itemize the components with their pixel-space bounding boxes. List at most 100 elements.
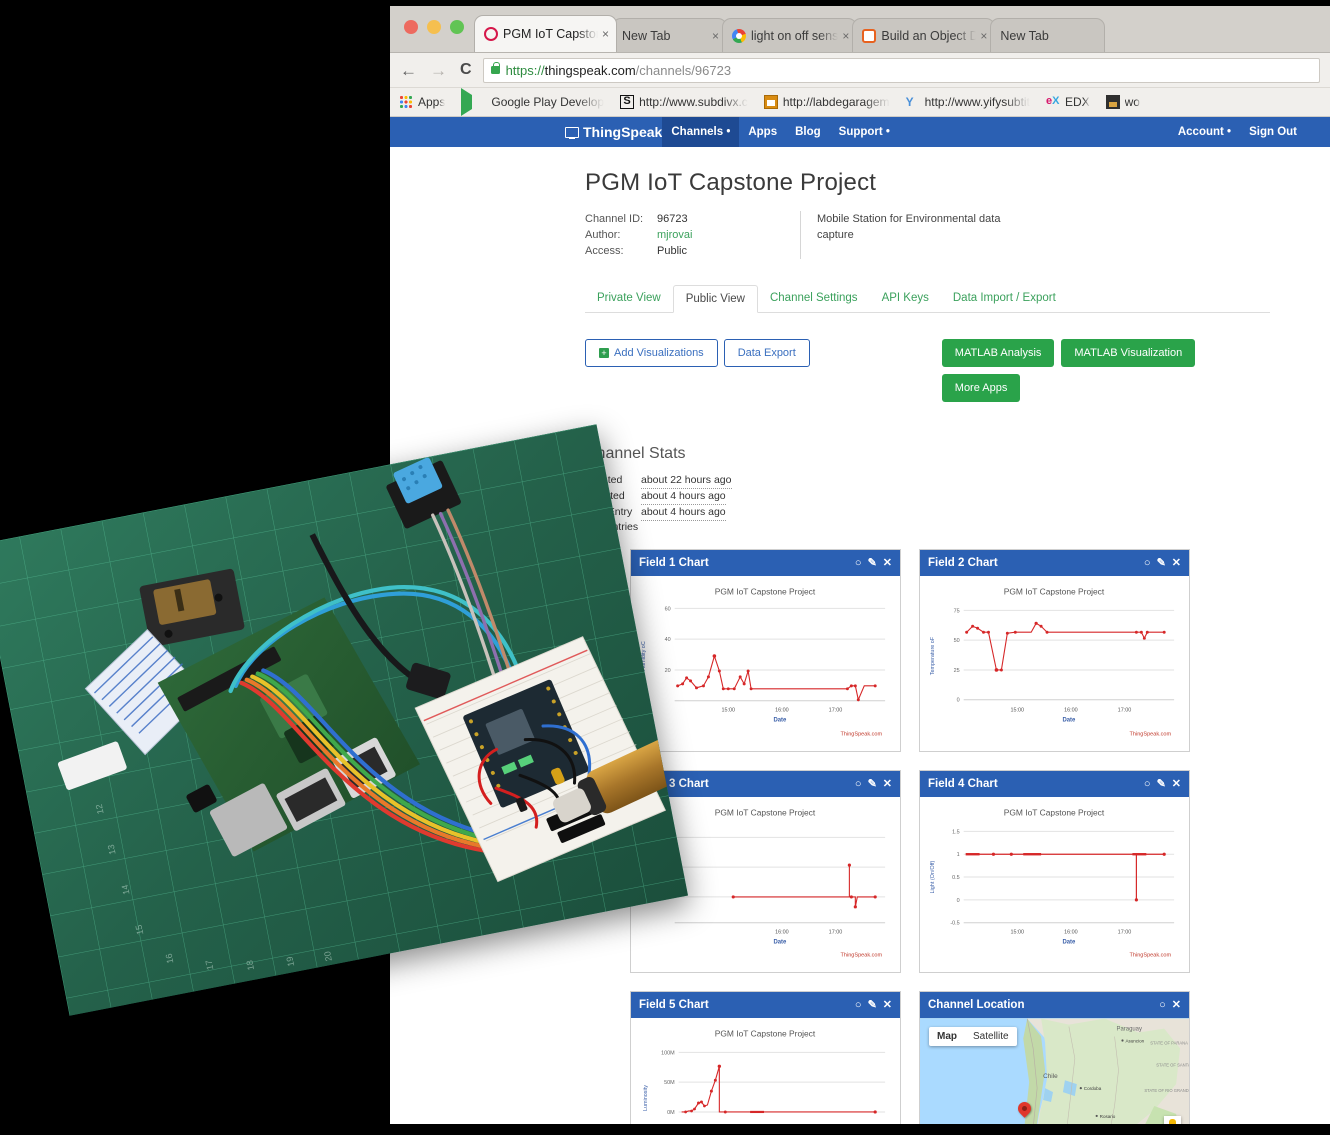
x-tick: 16:00 bbox=[775, 930, 789, 936]
matlab-visualization-button[interactable]: MATLAB Visualization bbox=[1061, 339, 1195, 367]
bookmark-labdegaragem[interactable]: http://labdegaragem bbox=[764, 95, 890, 109]
forward-button[interactable]: → bbox=[430, 62, 447, 79]
close-icon[interactable]: × bbox=[842, 29, 849, 43]
map-city: Cordoba bbox=[1084, 1086, 1102, 1091]
tab-pgm-iot-capstone[interactable]: PGM IoT Capstor × bbox=[474, 15, 617, 52]
comment-icon[interactable]: ○ bbox=[855, 558, 862, 569]
edit-icon[interactable]: ✎ bbox=[1157, 558, 1166, 569]
data-export-button[interactable]: Data Export bbox=[724, 339, 810, 367]
stat-row-updated: Updated about 4 hours ago bbox=[585, 489, 1330, 505]
close-icon[interactable]: × bbox=[602, 27, 609, 41]
minimize-window-button[interactable] bbox=[427, 20, 441, 34]
close-icon[interactable]: ✕ bbox=[883, 558, 892, 569]
map-type-control[interactable]: Map Satellite bbox=[929, 1027, 1017, 1046]
stat-value: about 22 hours ago bbox=[641, 473, 732, 489]
maximize-window-button[interactable] bbox=[450, 20, 464, 34]
tab-private-view[interactable]: Private View bbox=[585, 285, 673, 312]
close-icon[interactable]: ✕ bbox=[1172, 779, 1181, 790]
tab-api-keys[interactable]: API Keys bbox=[870, 285, 941, 312]
chart-title: PGM IoT Capstone Project bbox=[715, 587, 816, 597]
stat-row-created: Created about 22 hours ago bbox=[585, 473, 1330, 489]
edit-icon[interactable]: ✎ bbox=[1157, 779, 1166, 790]
tab-light-on-off-sensor[interactable]: light on off sens × bbox=[722, 18, 857, 52]
apps-grid-icon bbox=[399, 95, 413, 109]
map-canvas[interactable]: Paraguay Chile Argentina Uruguay STATE O… bbox=[920, 1018, 1189, 1124]
y-tick: 75 bbox=[954, 608, 960, 614]
comment-icon[interactable]: ○ bbox=[1144, 779, 1151, 790]
play-store-icon bbox=[461, 88, 486, 116]
widget-title: Channel Location bbox=[928, 999, 1024, 1011]
edit-icon[interactable]: ✎ bbox=[868, 779, 877, 790]
nav-item-apps[interactable]: Apps bbox=[739, 117, 786, 147]
edit-icon[interactable]: ✎ bbox=[868, 1000, 877, 1011]
tab-build-an-object[interactable]: Build an Object D × bbox=[852, 18, 995, 52]
bookmark-yifysubtitles[interactable]: Y http://www.yifysubtit bbox=[906, 95, 1030, 109]
bookmark-google-play[interactable]: Google Play Develop bbox=[461, 88, 604, 116]
x-tick: 17:00 bbox=[1118, 930, 1132, 936]
map-label-country: Chile bbox=[1043, 1073, 1058, 1080]
map-label-region: STATE OF SANTA CATARINA bbox=[1156, 1062, 1189, 1067]
widget-actions: ○ ✎ ✕ bbox=[1144, 558, 1181, 569]
address-input[interactable]: https:// thingspeak.com /channels/96723 bbox=[483, 58, 1320, 83]
bookmark-apps[interactable]: Apps bbox=[399, 95, 445, 109]
tab-new-tab-1[interactable]: New Tab × bbox=[612, 18, 727, 52]
edit-icon[interactable]: ✎ bbox=[868, 558, 877, 569]
field-4-plot: PGM IoT Capstone Project 1.5 1 0.5 0 -0.… bbox=[920, 797, 1189, 972]
edx-icon: eX bbox=[1046, 95, 1060, 109]
bookmark-label: http://www.subdivx.c bbox=[639, 95, 748, 109]
close-icon[interactable]: ✕ bbox=[883, 1000, 892, 1011]
meta-row-access: Access: Public bbox=[585, 243, 800, 259]
matlab-analysis-button[interactable]: MATLAB Analysis bbox=[942, 339, 1055, 367]
close-icon[interactable]: ✕ bbox=[883, 779, 892, 790]
bookmarks-bar: Apps Google Play Develop S http://www.su… bbox=[390, 88, 1330, 117]
tab-new-tab-2[interactable]: New Tab bbox=[990, 18, 1105, 52]
field-5-plot: PGM IoT Capstone Project 100M 50M 0M -50… bbox=[631, 1018, 900, 1124]
y-tick: 40 bbox=[665, 637, 671, 643]
bookmark-subdivx[interactable]: S http://www.subdivx.c bbox=[620, 95, 748, 109]
comment-icon[interactable]: ○ bbox=[1159, 1000, 1166, 1011]
bookmark-label: EDX bbox=[1065, 95, 1090, 109]
bookmark-label: Apps bbox=[418, 95, 445, 109]
comment-icon[interactable]: ○ bbox=[855, 1000, 862, 1011]
map-type-map[interactable]: Map bbox=[929, 1027, 965, 1046]
tab-data-import-export[interactable]: Data Import / Export bbox=[941, 285, 1068, 312]
comment-icon[interactable]: ○ bbox=[1144, 558, 1151, 569]
tabs: PGM IoT Capstor × New Tab × light on off… bbox=[474, 15, 1100, 52]
window-controls[interactable] bbox=[404, 20, 464, 34]
widget-title: Field 5 Chart bbox=[639, 999, 709, 1011]
reload-button[interactable]: C bbox=[460, 62, 472, 78]
bookmark-wo[interactable]: wo bbox=[1106, 95, 1140, 109]
more-apps-button[interactable]: More Apps bbox=[942, 374, 1021, 402]
tab-label: New Tab bbox=[622, 29, 708, 43]
comment-icon[interactable]: ○ bbox=[855, 779, 862, 790]
nav-item-support[interactable]: Support • bbox=[830, 117, 899, 147]
add-visualizations-button[interactable]: + Add Visualizations bbox=[585, 339, 718, 367]
map-type-satellite[interactable]: Satellite bbox=[965, 1027, 1017, 1046]
close-window-button[interactable] bbox=[404, 20, 418, 34]
thingspeak-logo[interactable]: ThingSpeak bbox=[565, 124, 662, 140]
nav-item-account[interactable]: Account • bbox=[1169, 117, 1240, 147]
close-icon[interactable]: × bbox=[712, 29, 719, 43]
close-icon[interactable]: ✕ bbox=[1172, 558, 1181, 569]
field-1-plot: PGM IoT Capstone Project 60 40 20 Humidi… bbox=[631, 576, 900, 751]
chart-title: PGM IoT Capstone Project bbox=[1004, 808, 1105, 818]
meta-value-author-link[interactable]: mjrovai bbox=[657, 227, 692, 243]
screen-icon bbox=[565, 127, 579, 138]
y-tick: 20 bbox=[665, 668, 671, 674]
nav-item-sign-out[interactable]: Sign Out bbox=[1240, 117, 1306, 147]
tab-label: light on off sens bbox=[751, 29, 838, 43]
widget-title: Field 2 Chart bbox=[928, 557, 998, 569]
bookmark-label: http://labdegaragem bbox=[783, 95, 890, 109]
street-view-icon[interactable] bbox=[1164, 1116, 1181, 1124]
nav-item-blog[interactable]: Blog bbox=[786, 117, 830, 147]
bookmark-edx[interactable]: eX EDX bbox=[1046, 95, 1090, 109]
tab-public-view[interactable]: Public View bbox=[673, 285, 758, 313]
labdegaragem-icon bbox=[764, 95, 778, 109]
close-icon[interactable]: × bbox=[980, 29, 987, 43]
watermark: ThingSpeak.com bbox=[1130, 731, 1172, 737]
close-icon[interactable]: ✕ bbox=[1172, 1000, 1181, 1011]
tab-channel-settings[interactable]: Channel Settings bbox=[758, 285, 870, 312]
nav-item-channels[interactable]: Channels • bbox=[662, 117, 739, 147]
svg-text:13: 13 bbox=[106, 844, 118, 856]
back-button[interactable]: ← bbox=[400, 62, 417, 79]
